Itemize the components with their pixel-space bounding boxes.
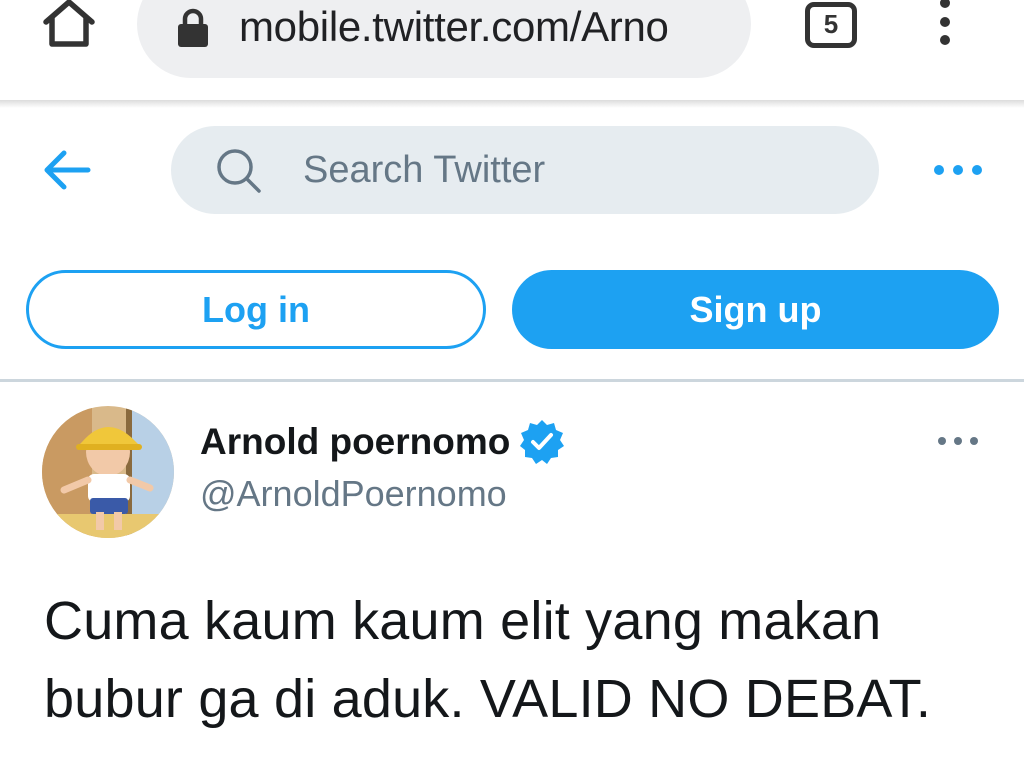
lock-icon <box>178 8 208 47</box>
divider <box>0 379 1024 382</box>
home-icon <box>43 0 95 47</box>
home-button[interactable] <box>40 0 98 50</box>
login-button[interactable]: Log in <box>26 270 486 349</box>
back-button[interactable] <box>40 145 96 195</box>
search-input[interactable] <box>303 144 843 196</box>
vertical-dots-icon <box>940 0 950 45</box>
search-box[interactable] <box>171 126 879 214</box>
horizontal-dots-icon <box>934 165 982 175</box>
horizontal-dots-icon <box>938 437 978 445</box>
url-text: mobile.twitter.com/Arno <box>239 3 669 50</box>
tab-switcher-button[interactable]: 5 <box>805 2 857 48</box>
address-bar[interactable]: mobile.twitter.com/Arno <box>137 0 751 78</box>
display-name[interactable]: Arnold poernomo <box>200 420 510 464</box>
arrow-left-icon <box>44 150 91 190</box>
username[interactable]: @ArnoldPoernomo <box>200 472 507 516</box>
tweet-more-button[interactable] <box>936 426 980 456</box>
toolbar-shadow <box>0 100 1024 108</box>
header-more-button[interactable] <box>930 152 986 188</box>
avatar[interactable] <box>42 406 174 538</box>
tweet-text: Cuma kaum kaum elit yang makan bubur ga … <box>44 591 932 729</box>
search-icon <box>217 149 261 193</box>
verified-badge-icon <box>518 418 566 466</box>
signup-button[interactable]: Sign up <box>512 270 999 349</box>
browser-menu-button[interactable] <box>930 0 960 48</box>
browser-toolbar: mobile.twitter.com/Arno 5 <box>0 0 1024 100</box>
avatar-image <box>42 406 174 538</box>
